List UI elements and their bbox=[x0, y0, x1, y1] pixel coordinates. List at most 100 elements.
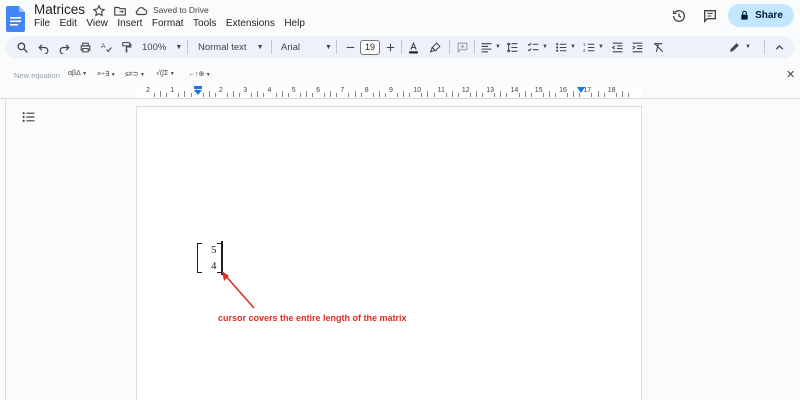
font-size-input[interactable]: 19 bbox=[360, 40, 380, 55]
menu-insert[interactable]: Insert bbox=[117, 18, 142, 29]
chevron-down-icon: ▼ bbox=[175, 43, 183, 51]
svg-text:2: 2 bbox=[583, 47, 586, 52]
close-icon[interactable]: ✕ bbox=[786, 68, 795, 81]
font-family-select[interactable]: Arial ▼ bbox=[281, 40, 332, 54]
ruler-tick bbox=[469, 93, 471, 97]
ruler-tick bbox=[591, 93, 593, 97]
redo-icon[interactable] bbox=[58, 40, 71, 54]
ruler-tick bbox=[433, 93, 435, 97]
search-menus-icon[interactable] bbox=[16, 40, 29, 54]
lock-icon bbox=[741, 10, 748, 20]
move-folder-icon[interactable] bbox=[113, 4, 127, 18]
ruler-tick bbox=[251, 93, 253, 97]
arrows-label: ←↑⊕ bbox=[188, 71, 205, 78]
ruler-number: 15 bbox=[534, 87, 543, 94]
ruler-number: 2 bbox=[146, 87, 150, 94]
align-left-icon[interactable]: ▼ bbox=[480, 40, 501, 54]
text-color-icon[interactable] bbox=[407, 40, 420, 54]
ruler-tick bbox=[257, 91, 259, 97]
paragraph-style-select[interactable]: Normal text ▼ bbox=[198, 40, 264, 54]
ruler-tick bbox=[500, 91, 502, 97]
equation-toolbar bbox=[0, 66, 800, 84]
chevron-down-icon: ▼ bbox=[542, 44, 548, 50]
ruler-tick bbox=[603, 93, 605, 97]
ruler-tick bbox=[524, 91, 526, 97]
menu-help[interactable]: Help bbox=[284, 18, 305, 29]
ruler-number: 5 bbox=[291, 87, 296, 94]
star-icon[interactable] bbox=[92, 4, 106, 18]
document-title[interactable]: Matrices bbox=[34, 2, 85, 17]
ruler-number: 13 bbox=[486, 87, 494, 94]
menu-edit[interactable]: Edit bbox=[60, 18, 77, 29]
left-indent-marker-icon[interactable] bbox=[193, 86, 203, 96]
docs-logo-icon[interactable] bbox=[6, 6, 25, 32]
checklist-icon[interactable]: ▼ bbox=[527, 40, 548, 54]
menu-format[interactable]: Format bbox=[152, 18, 184, 29]
ruler-tick bbox=[476, 91, 478, 97]
matrix-cell[interactable]: 5 bbox=[211, 244, 217, 256]
hide-menus-icon[interactable] bbox=[773, 40, 786, 54]
line-spacing-icon[interactable] bbox=[506, 40, 519, 54]
ruler-number: 9 bbox=[389, 87, 393, 94]
menu-bar: File Edit View Insert Format Tools Exten… bbox=[34, 18, 314, 29]
ruler-tick bbox=[627, 93, 629, 97]
spellcheck-icon[interactable]: A bbox=[100, 40, 113, 54]
undo-icon[interactable] bbox=[37, 40, 50, 54]
ruler-tick bbox=[154, 93, 156, 97]
decrease-font-size-icon[interactable] bbox=[344, 40, 357, 54]
bulleted-list-icon[interactable]: ▼ bbox=[555, 40, 576, 54]
ruler-number: 16 bbox=[559, 87, 567, 94]
share-label: Share bbox=[755, 10, 783, 21]
ruler-tick bbox=[384, 93, 386, 97]
ruler-tick bbox=[548, 91, 550, 97]
ruler-number: 6 bbox=[316, 87, 320, 94]
ruler-tick bbox=[567, 93, 569, 97]
ruler-tick bbox=[494, 93, 496, 97]
ruler-tick bbox=[348, 93, 350, 97]
ruler-tick bbox=[397, 93, 399, 97]
document-outline-icon[interactable] bbox=[22, 111, 35, 123]
increase-indent-icon[interactable] bbox=[631, 40, 644, 54]
ruler-number: 4 bbox=[267, 87, 272, 94]
new-equation-button[interactable]: New equation bbox=[14, 71, 60, 80]
misc-operations-menu[interactable]: ×÷∃ ▼ bbox=[97, 70, 116, 78]
ruler-number: 7 bbox=[340, 87, 345, 94]
math-operators-menu[interactable]: √(∫Σ ▼ bbox=[156, 70, 175, 77]
clear-formatting-icon[interactable] bbox=[652, 40, 665, 54]
ruler-number: 18 bbox=[607, 87, 616, 94]
ruler-tick bbox=[403, 91, 405, 97]
editing-mode-icon[interactable]: ▼ bbox=[728, 40, 751, 54]
menu-extensions[interactable]: Extensions bbox=[226, 18, 275, 29]
vertical-ruler bbox=[0, 99, 6, 400]
matrix-left-bracket bbox=[197, 243, 202, 273]
menu-view[interactable]: View bbox=[86, 18, 108, 29]
relations-menu[interactable]: ≤≠⊃ ▼ bbox=[125, 70, 145, 78]
highlight-color-icon[interactable] bbox=[429, 40, 442, 54]
comments-icon[interactable] bbox=[702, 8, 718, 24]
ruler-tick bbox=[378, 91, 380, 97]
ruler-tick bbox=[597, 91, 599, 97]
ruler-tick bbox=[178, 93, 180, 97]
ruler-tick bbox=[184, 91, 186, 97]
ruler-number: 3 bbox=[243, 87, 248, 94]
cloud-saved-icon[interactable] bbox=[134, 4, 148, 18]
paint-format-icon[interactable] bbox=[120, 40, 133, 54]
right-indent-marker-icon[interactable] bbox=[576, 86, 586, 96]
increase-font-size-icon[interactable] bbox=[384, 40, 397, 54]
decrease-indent-icon[interactable] bbox=[611, 40, 624, 54]
menu-tools[interactable]: Tools bbox=[193, 18, 216, 29]
ruler-tick bbox=[542, 93, 544, 97]
zoom-select[interactable]: 100% ▼ bbox=[142, 40, 182, 54]
insert-comment-icon[interactable] bbox=[456, 40, 469, 54]
version-history-icon[interactable] bbox=[671, 8, 687, 24]
chevron-down-icon: ▼ bbox=[495, 44, 501, 50]
share-button[interactable]: Share bbox=[728, 4, 794, 27]
arrows-menu[interactable]: ←↑⊕ ▼ bbox=[188, 70, 211, 78]
numbered-list-icon[interactable]: 1 2 ▼ bbox=[583, 40, 604, 54]
chevron-down-icon: ▼ bbox=[745, 44, 751, 50]
menu-file[interactable]: File bbox=[34, 18, 50, 29]
greek-letters-menu[interactable]: αβΔ ▼ bbox=[68, 70, 87, 77]
print-icon[interactable] bbox=[79, 40, 92, 54]
chevron-down-icon: ▼ bbox=[325, 43, 332, 51]
ruler-number: 14 bbox=[510, 87, 519, 94]
